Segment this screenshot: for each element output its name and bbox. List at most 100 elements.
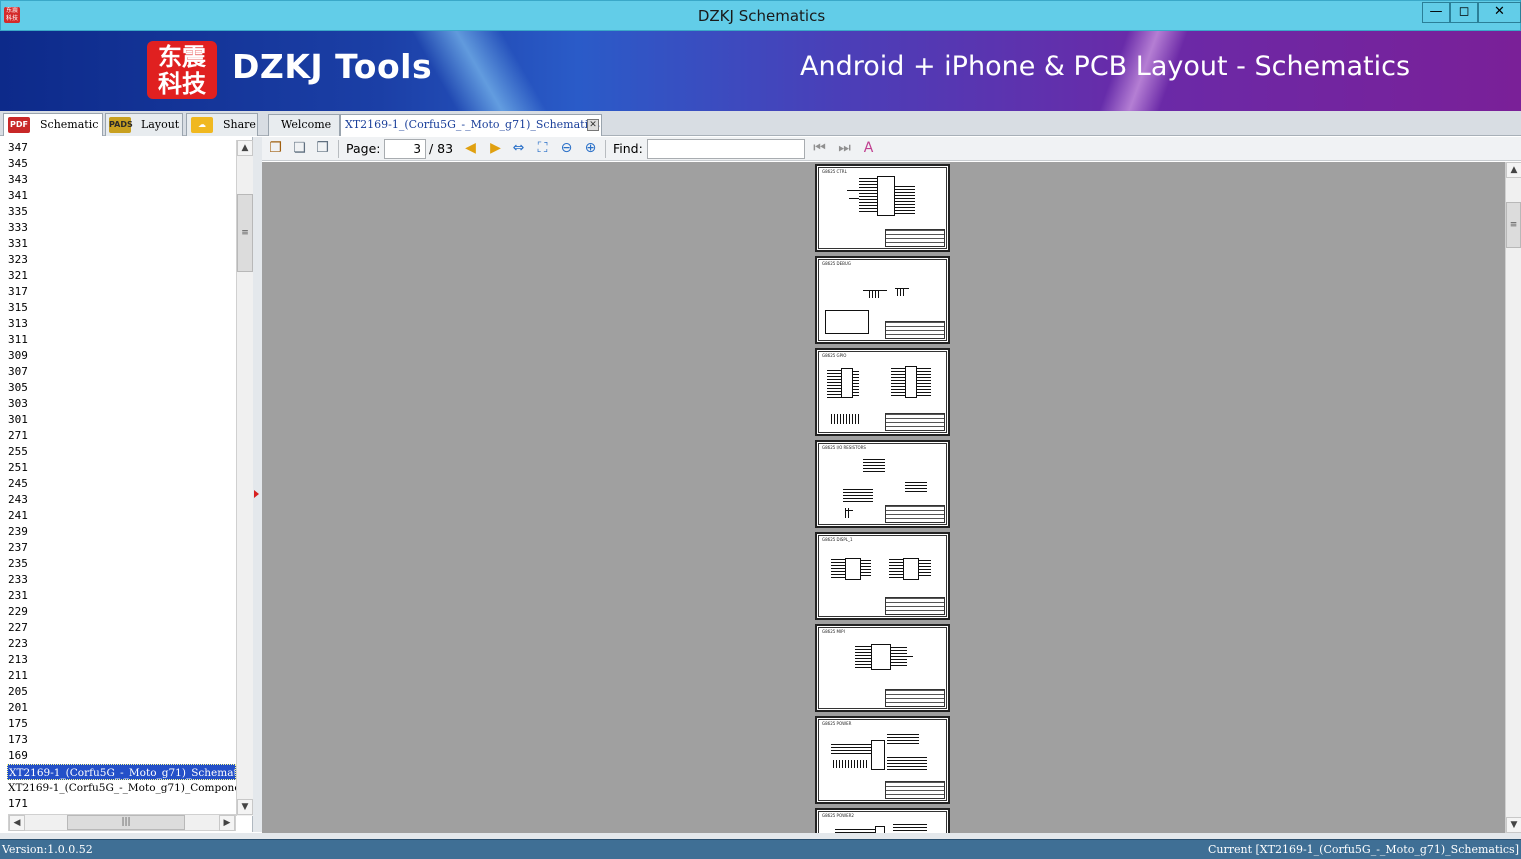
document-icon[interactable]: ❐ [267,140,284,157]
find-next-icon[interactable]: ⏭ [836,140,853,157]
page-thumbnail[interactable]: G8625 GPIO [815,348,950,436]
page-thumbnail[interactable]: G8625 DEBUG [815,256,950,344]
fit-width-icon[interactable]: ⇔ [510,140,527,157]
page-thumbnail[interactable]: G8625 DISPL_1 [815,532,950,620]
title-block [885,781,945,799]
page-list-item[interactable]: 241 [0,508,236,524]
page-list-item[interactable]: 331 [0,236,236,252]
scroll-thumb[interactable]: ≡ [237,194,253,272]
title-block [885,321,945,339]
single-page-icon[interactable]: ❏ [291,140,308,157]
page-list-item[interactable]: 227 [0,620,236,636]
page-list-item[interactable]: 343 [0,172,236,188]
page-list-item[interactable]: 309 [0,348,236,364]
scroll-thumb[interactable]: ≡ [1506,202,1521,248]
page-list-item[interactable]: 305 [0,380,236,396]
page-list-item[interactable]: 315 [0,300,236,316]
thumbnail-title: G8625 POWER [822,721,852,726]
page-thumbnail[interactable]: G8625 POWER [815,716,950,804]
page-list-item[interactable]: 313 [0,316,236,332]
page-thumbnail[interactable]: G8625 I/O RESISTORS [815,440,950,528]
tab-layout-label: Layout [141,118,180,131]
page-list-file-components[interactable]: XT2169-1_(Corfu5G_-_Moto_g71)_Components [0,780,236,796]
page-list-item[interactable]: 231 [0,588,236,604]
schematic-symbol [887,734,919,744]
close-button[interactable]: ✕ [1478,2,1521,23]
page-list-item[interactable]: 201 [0,700,236,716]
zoom-in-icon[interactable]: ⊕ [582,140,599,157]
close-tab-icon[interactable]: ✕ [587,119,599,131]
scroll-down-icon[interactable]: ▼ [1506,817,1521,833]
viewer-vertical-scrollbar[interactable]: ▲ ≡ ▼ [1505,162,1521,833]
page-list-item[interactable]: 301 [0,412,236,428]
page-list-item[interactable]: 171 [0,796,236,812]
page-list-item[interactable]: 211 [0,668,236,684]
page-list-item[interactable]: 311 [0,332,236,348]
page-list-item[interactable]: 321 [0,268,236,284]
page-list-item[interactable]: 317 [0,284,236,300]
find-input[interactable] [647,139,805,159]
page-list-file-schematics[interactable]: XT2169-1_(Corfu5G_-_Moto_g71)_Schematics [7,764,236,780]
scroll-thumb[interactable]: ||| [67,815,185,830]
previous-page-icon[interactable]: ◀ [462,140,479,157]
page-list-item[interactable]: 307 [0,364,236,380]
page-list-item[interactable]: 345 [0,156,236,172]
tab-schematic[interactable]: PDF Schematic [3,113,103,136]
tab-schematic-document[interactable]: XT2169-1_(Corfu5G_-_Moto_g71)_Schematics… [340,114,602,136]
zoom-out-icon[interactable]: ⊖ [558,140,575,157]
page-list-item[interactable]: 243 [0,492,236,508]
page-list-item[interactable]: 229 [0,604,236,620]
page-list-item[interactable]: 175 [0,716,236,732]
scroll-up-icon[interactable]: ▲ [1506,162,1521,178]
viewer-toolbar: ❐ ❏ ❒ Page: / 83 ◀ ▶ ⇔ ⛶ ⊖ ⊕ Find: ⏮ ⏭ A [262,137,1521,161]
page-list-item[interactable]: 235 [0,556,236,572]
page-list-item[interactable]: 323 [0,252,236,268]
page-list-item[interactable]: 347 [0,140,236,156]
page-list-item[interactable]: 237 [0,540,236,556]
scroll-left-icon[interactable]: ◀ [9,815,25,831]
page-list-item[interactable]: 333 [0,220,236,236]
page-list-item[interactable]: 303 [0,396,236,412]
find-previous-icon[interactable]: ⏮ [811,140,828,157]
page-list-item[interactable]: 251 [0,460,236,476]
vertical-scrollbar[interactable]: ▲ ≡ ▼ [236,140,253,816]
page-list-item[interactable]: 245 [0,476,236,492]
page-thumbnail[interactable]: G8625 MIPI [815,624,950,712]
page-list-item[interactable]: 335 [0,204,236,220]
page-list-item[interactable]: 223 [0,636,236,652]
next-page-icon[interactable]: ▶ [487,140,504,157]
page-thumbnail[interactable]: G8625 POWER2 [815,808,950,833]
page-list-item[interactable]: 341 [0,188,236,204]
thumbnail-title: G8625 DISPL_1 [822,537,853,542]
fit-page-icon[interactable]: ⛶ [534,140,551,157]
panel-splitter[interactable] [253,137,262,832]
tab-layout[interactable]: PADS Layout [105,113,183,136]
document-viewer[interactable]: G8625 CTRL G8625 DEBUG G8625 GPIO G8625 I/O… [262,162,1505,833]
page-list-item[interactable]: 213 [0,652,236,668]
page-list-item[interactable]: 239 [0,524,236,540]
scroll-right-icon[interactable]: ▶ [219,815,235,831]
page-list-item[interactable]: 255 [0,444,236,460]
scroll-down-icon[interactable]: ▼ [237,799,253,815]
page-thumbnail[interactable]: G8625 CTRL [815,164,950,252]
minimize-button[interactable]: — [1422,2,1450,23]
page-list-item[interactable]: 271 [0,428,236,444]
brand-logo: 东震 科技 [147,41,217,99]
find-options-icon[interactable]: A [860,140,877,157]
page-list-item[interactable]: 169 [0,748,236,764]
two-page-icon[interactable]: ❒ [314,140,331,157]
tab-welcome[interactable]: Welcome [268,114,340,136]
schematic-symbol [849,198,859,199]
page-list-item[interactable]: 233 [0,572,236,588]
schematic-symbol [891,368,905,396]
page-list-item[interactable]: 173 [0,732,236,748]
banner: 东震 科技 DZKJ Tools Android + iPhone & PCB … [0,31,1521,111]
page-number-input[interactable] [384,139,426,159]
horizontal-scrollbar[interactable]: ◀ ||| ▶ [8,814,236,831]
maximize-button[interactable]: ◻ [1450,2,1478,23]
page-list-item[interactable]: 205 [0,684,236,700]
title-block [885,229,945,247]
scroll-up-icon[interactable]: ▲ [237,140,253,156]
collapse-arrow-icon[interactable] [254,490,259,498]
tab-share[interactable]: ☁ Share [186,113,258,136]
